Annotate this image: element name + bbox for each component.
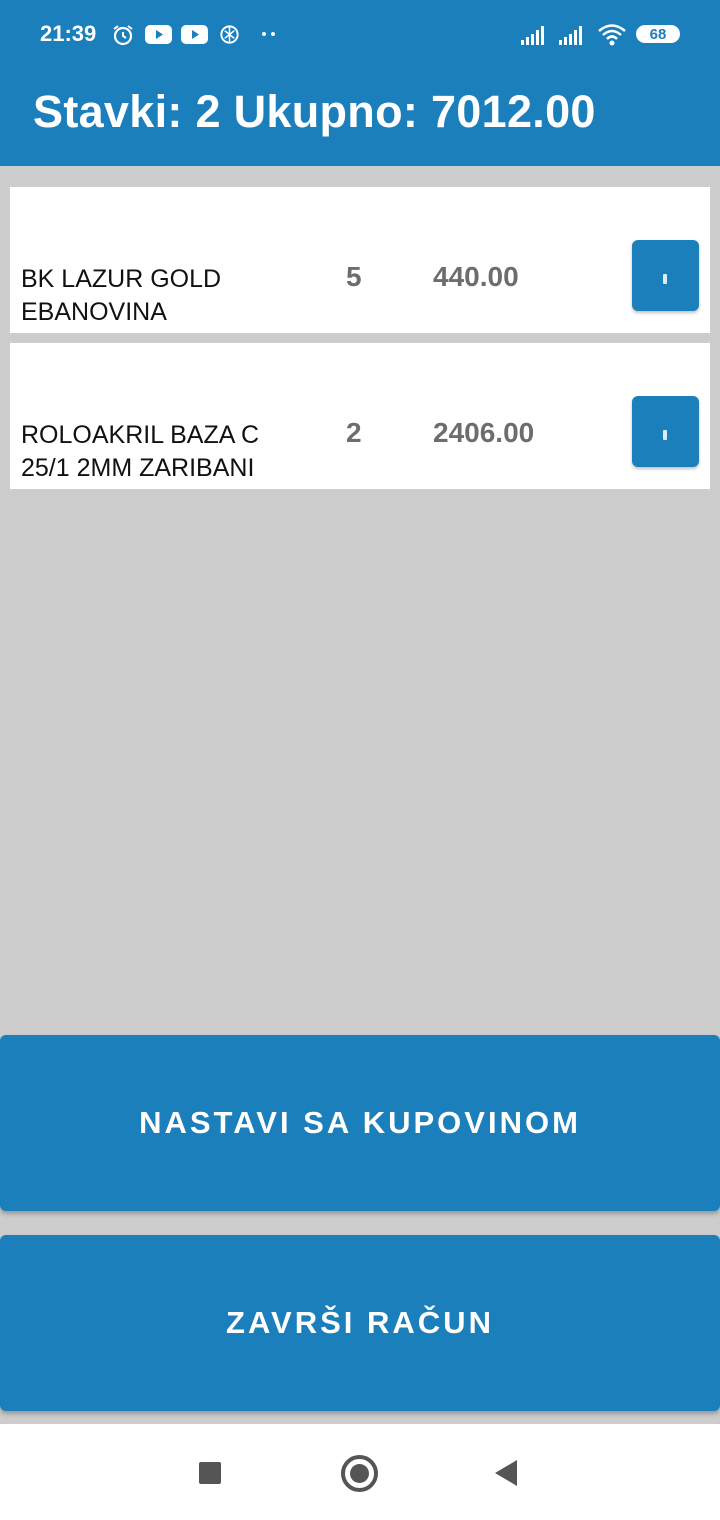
finish-bill-button[interactable]: ZAVRŠI RAČUN bbox=[0, 1235, 720, 1411]
item-price: 2406.00 bbox=[433, 417, 535, 448]
item-quantity: 2 bbox=[346, 417, 362, 448]
wifi-icon bbox=[598, 24, 626, 46]
close-icon bbox=[663, 274, 667, 284]
navigation-bar bbox=[0, 1424, 720, 1520]
item-quantity: 5 bbox=[346, 261, 362, 292]
remove-item-button[interactable] bbox=[632, 240, 699, 311]
item-price: 440.00 bbox=[433, 261, 519, 292]
recents-square-icon[interactable] bbox=[199, 1462, 221, 1484]
page-title: Stavki: 2 Ukupno: 7012.00 bbox=[33, 86, 596, 137]
signal-icon bbox=[559, 26, 582, 45]
home-circle-icon[interactable] bbox=[341, 1455, 378, 1492]
status-bar: 21:39 68 bbox=[0, 0, 720, 70]
item-name: BK LAZUR GOLD EBANOVINA bbox=[21, 265, 222, 326]
home-dot bbox=[350, 1464, 369, 1483]
youtube-icon bbox=[181, 25, 208, 44]
app-bar: 21:39 68 Stavki: 2 Ukupno: 7012.00 bbox=[0, 0, 720, 166]
status-time: 21:39 bbox=[40, 21, 97, 46]
battery-level: 68 bbox=[649, 26, 667, 43]
continue-shopping-button[interactable]: NASTAVI SA KUPOVINOM bbox=[0, 1035, 720, 1211]
remove-item-button[interactable] bbox=[632, 396, 699, 467]
alarm-icon bbox=[113, 25, 133, 46]
battery-icon: 68 bbox=[636, 25, 680, 43]
list-item: ROLOAKRIL BAZA C 25/1 2MM ZARIBANI 2 240… bbox=[10, 343, 710, 489]
more-dots-icon bbox=[262, 32, 275, 36]
signal-icon bbox=[521, 26, 544, 45]
back-triangle-icon[interactable] bbox=[495, 1460, 517, 1486]
item-name: ROLOAKRIL BAZA C 25/1 2MM ZARIBANI bbox=[21, 421, 260, 482]
openai-icon bbox=[220, 25, 239, 44]
youtube-icon bbox=[145, 25, 172, 44]
close-icon bbox=[663, 430, 667, 440]
list-item: BK LAZUR GOLD EBANOVINA 5 440.00 bbox=[10, 187, 710, 333]
